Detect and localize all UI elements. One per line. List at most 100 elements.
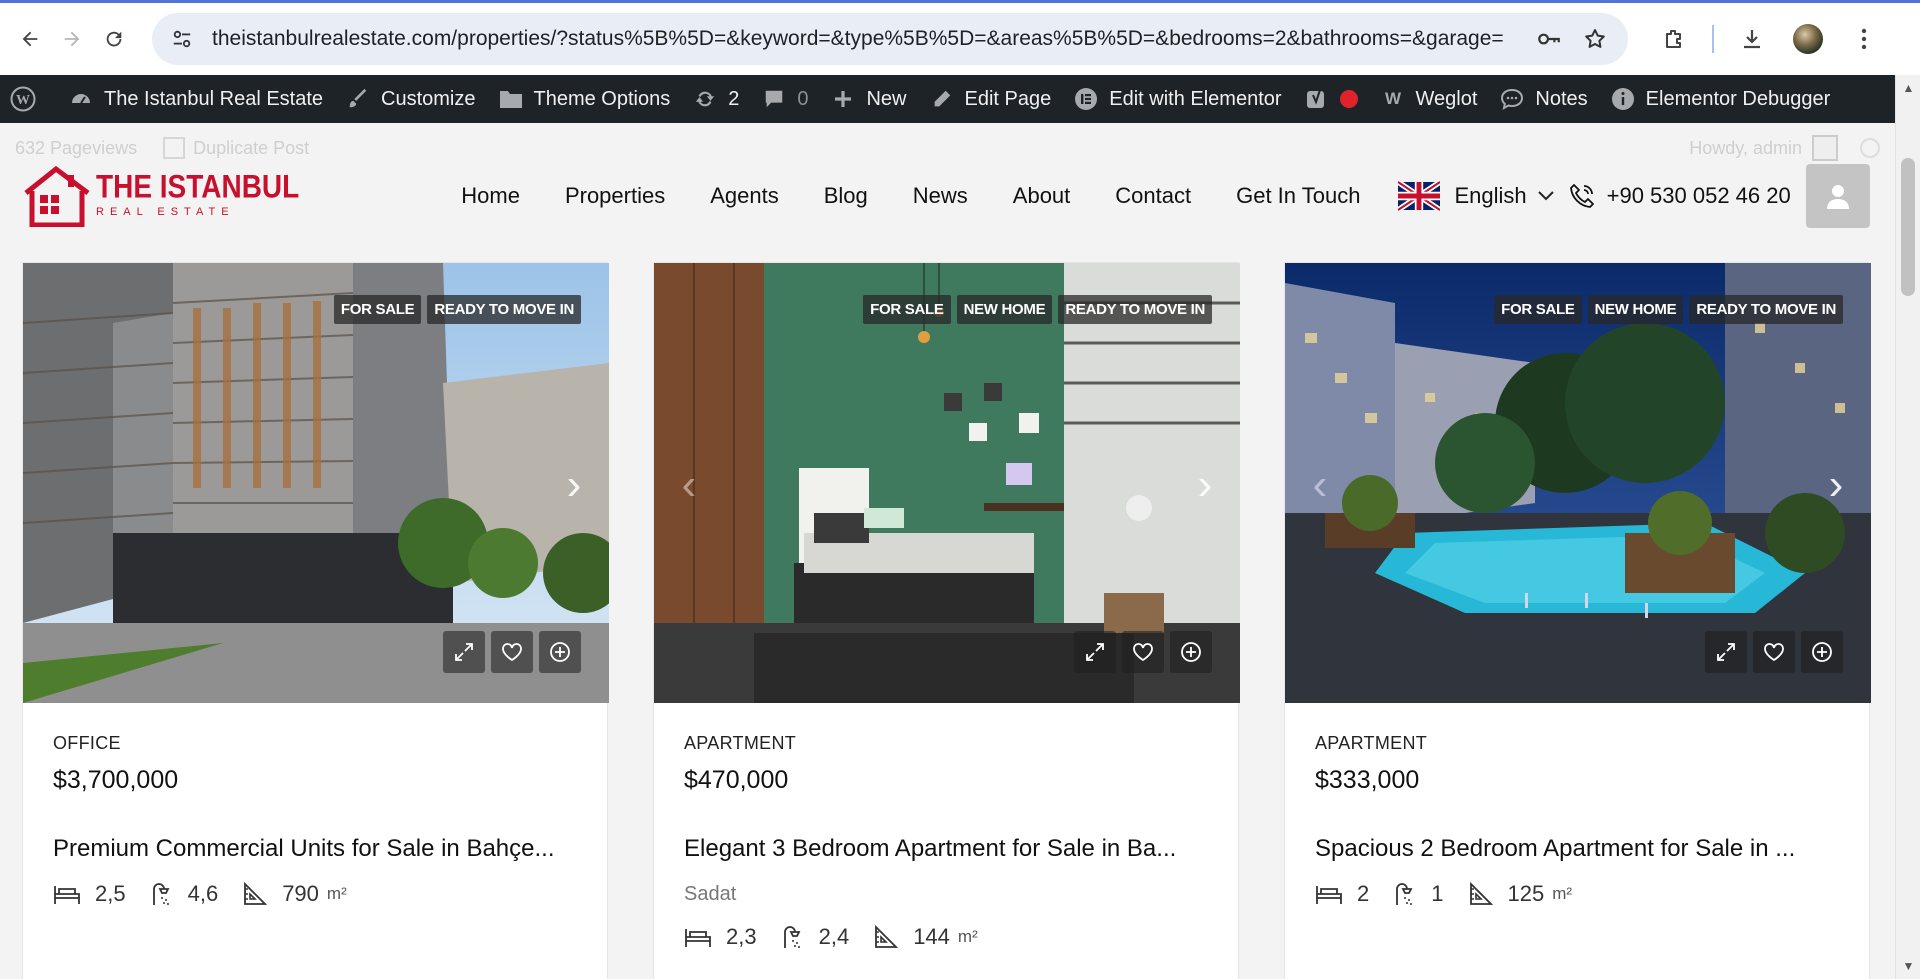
adminbar-new[interactable]: New xyxy=(830,75,907,123)
expand-icon[interactable] xyxy=(1074,631,1116,673)
url-text[interactable]: theistanbulrealestate.com/properties/?st… xyxy=(212,27,1520,51)
property-title[interactable]: Spacious 2 Bedroom Apartment for Sale in… xyxy=(1315,835,1839,863)
bookmark-star-icon[interactable] xyxy=(1578,22,1612,56)
badge-for-sale[interactable]: FOR SALE xyxy=(863,295,951,324)
property-image-slider[interactable]: FOR SALE NEW HOME READY TO MOVE IN ‹ › xyxy=(1285,263,1871,703)
slider-next-icon[interactable]: › xyxy=(559,463,589,507)
folder-icon xyxy=(498,86,524,112)
phone-number: +90 530 052 46 20 xyxy=(1606,182,1791,208)
bedrooms-value: 2,5 xyxy=(95,881,126,906)
language-switcher[interactable]: English xyxy=(1398,180,1554,211)
bathrooms-value: 4,6 xyxy=(187,881,219,906)
adminbar-theme-options[interactable]: Theme Options xyxy=(498,75,670,123)
scroll-down-icon[interactable]: ▼ xyxy=(1896,959,1920,973)
property-card[interactable]: FOR SALE NEW HOME READY TO MOVE IN ‹ › A… xyxy=(1284,262,1871,979)
scroll-up-icon[interactable]: ▲ xyxy=(1896,81,1920,95)
property-features: 2,3 2,4 144 m² xyxy=(684,924,1208,950)
compare-plus-icon[interactable] xyxy=(539,631,581,673)
nav-blog[interactable]: Blog xyxy=(824,183,868,209)
phone-icon xyxy=(1567,181,1597,211)
property-title[interactable]: Elegant 3 Bedroom Apartment for Sale in … xyxy=(684,835,1208,863)
badge-ready[interactable]: READY TO MOVE IN xyxy=(1058,295,1212,324)
favorite-heart-icon[interactable] xyxy=(491,631,533,673)
updates-icon xyxy=(692,86,718,112)
browser-menu-icon[interactable] xyxy=(1842,17,1886,61)
slider-next-icon[interactable]: › xyxy=(1190,463,1220,507)
logo-subtitle: REAL ESTATE xyxy=(96,206,235,218)
nav-contact[interactable]: Contact xyxy=(1115,183,1191,209)
scrollbar-thumb[interactable] xyxy=(1901,158,1915,296)
info-icon xyxy=(1610,86,1636,112)
profile-avatar[interactable] xyxy=(1786,17,1830,61)
size-unit: m² xyxy=(1552,884,1573,903)
expand-icon[interactable] xyxy=(443,631,485,673)
adminbar-debugger[interactable]: Elementor Debugger xyxy=(1610,75,1830,123)
badge-for-sale[interactable]: FOR SALE xyxy=(1494,295,1582,324)
extensions-icon[interactable] xyxy=(1652,17,1696,61)
property-features: 2,5 4,6 790 m² xyxy=(53,881,577,907)
comment-icon xyxy=(761,86,787,112)
shower-icon xyxy=(152,883,170,905)
size-value: 125 xyxy=(1507,881,1545,906)
adminbar-weglot[interactable]: W Weglot xyxy=(1380,75,1477,123)
seo-status-dot xyxy=(1339,90,1358,108)
download-icon[interactable] xyxy=(1730,17,1774,61)
address-bar[interactable]: theistanbulrealestate.com/properties/?st… xyxy=(152,13,1628,65)
adminbar-notes[interactable]: Notes xyxy=(1499,75,1588,123)
slider-next-icon[interactable]: › xyxy=(1821,463,1851,507)
nav-agents[interactable]: Agents xyxy=(710,183,779,209)
property-image-slider[interactable]: FOR SALE READY TO MOVE IN › xyxy=(23,263,609,703)
main-navigation: Home Properties Agents Blog News About C… xyxy=(461,183,1405,209)
nav-get-in-touch[interactable]: Get In Touch xyxy=(1236,183,1360,209)
wordpress-logo-icon[interactable]: W xyxy=(10,75,46,123)
slider-prev-icon[interactable]: ‹ xyxy=(674,463,704,507)
back-icon[interactable] xyxy=(12,21,48,57)
badge-for-sale[interactable]: FOR SALE xyxy=(333,295,422,324)
adminbar-customize[interactable]: Customize xyxy=(345,75,476,123)
plus-icon xyxy=(830,86,856,112)
bathrooms-value: 2,4 xyxy=(818,924,850,949)
user-account-button[interactable] xyxy=(1805,163,1870,228)
adminbar-comments[interactable]: 0 xyxy=(761,75,808,123)
favorite-heart-icon[interactable] xyxy=(1753,631,1795,673)
badge-ready[interactable]: READY TO MOVE IN xyxy=(1689,295,1843,324)
weglot-icon: W xyxy=(1385,89,1401,108)
page-scrollbar[interactable]: ▲ ▼ xyxy=(1895,75,1920,979)
bathrooms-value: 1 xyxy=(1431,881,1444,906)
card-tools xyxy=(443,631,581,673)
forward-icon[interactable] xyxy=(54,21,90,57)
phone-link[interactable]: +90 530 052 46 20 xyxy=(1567,181,1791,211)
nav-news[interactable]: News xyxy=(913,183,968,209)
badge-new-home[interactable]: NEW HOME xyxy=(1587,295,1684,324)
card-tools xyxy=(1074,631,1212,673)
bedrooms: 2,5 xyxy=(53,881,126,907)
property-card[interactable]: FOR SALE READY TO MOVE IN › OFFICE $3,70… xyxy=(22,262,609,979)
reload-icon[interactable] xyxy=(96,21,132,57)
compare-plus-icon[interactable] xyxy=(1170,631,1212,673)
expand-icon[interactable] xyxy=(1705,631,1747,673)
property-type: APARTMENT xyxy=(684,733,797,753)
compare-plus-icon[interactable] xyxy=(1801,631,1843,673)
badge-ready[interactable]: READY TO MOVE IN xyxy=(427,295,581,324)
adminbar-edit-page[interactable]: Edit Page xyxy=(929,75,1051,123)
property-title[interactable]: Premium Commercial Units for Sale in Bah… xyxy=(53,835,577,863)
user-icon xyxy=(1826,184,1849,209)
property-card[interactable]: FOR SALE NEW HOME READY TO MOVE IN ‹ › A… xyxy=(653,262,1240,979)
nav-home[interactable]: Home xyxy=(461,183,520,209)
password-key-icon[interactable] xyxy=(1532,22,1566,56)
slider-prev-icon[interactable]: ‹ xyxy=(1305,463,1335,507)
property-grid: FOR SALE READY TO MOVE IN › OFFICE $3,70… xyxy=(22,262,1871,979)
adminbar-edit-elementor[interactable]: Edit with Elementor xyxy=(1073,75,1282,123)
property-image-slider[interactable]: FOR SALE NEW HOME READY TO MOVE IN ‹ › xyxy=(654,263,1240,703)
nav-properties[interactable]: Properties xyxy=(565,183,665,209)
site-settings-icon[interactable] xyxy=(170,27,194,51)
site-logo[interactable]: THE ISTANBUL REAL ESTATE xyxy=(22,165,299,227)
adminbar-updates[interactable]: 2 xyxy=(692,75,739,123)
area-size: 790 m² xyxy=(242,881,347,907)
nav-about[interactable]: About xyxy=(1013,183,1071,209)
adminbar-site-name[interactable]: The Istanbul Real Estate xyxy=(68,75,323,123)
badge-new-home[interactable]: NEW HOME xyxy=(956,295,1053,324)
favorite-heart-icon[interactable] xyxy=(1122,631,1164,673)
property-price: $3,700,000 xyxy=(53,766,179,794)
adminbar-seo[interactable] xyxy=(1304,75,1358,123)
